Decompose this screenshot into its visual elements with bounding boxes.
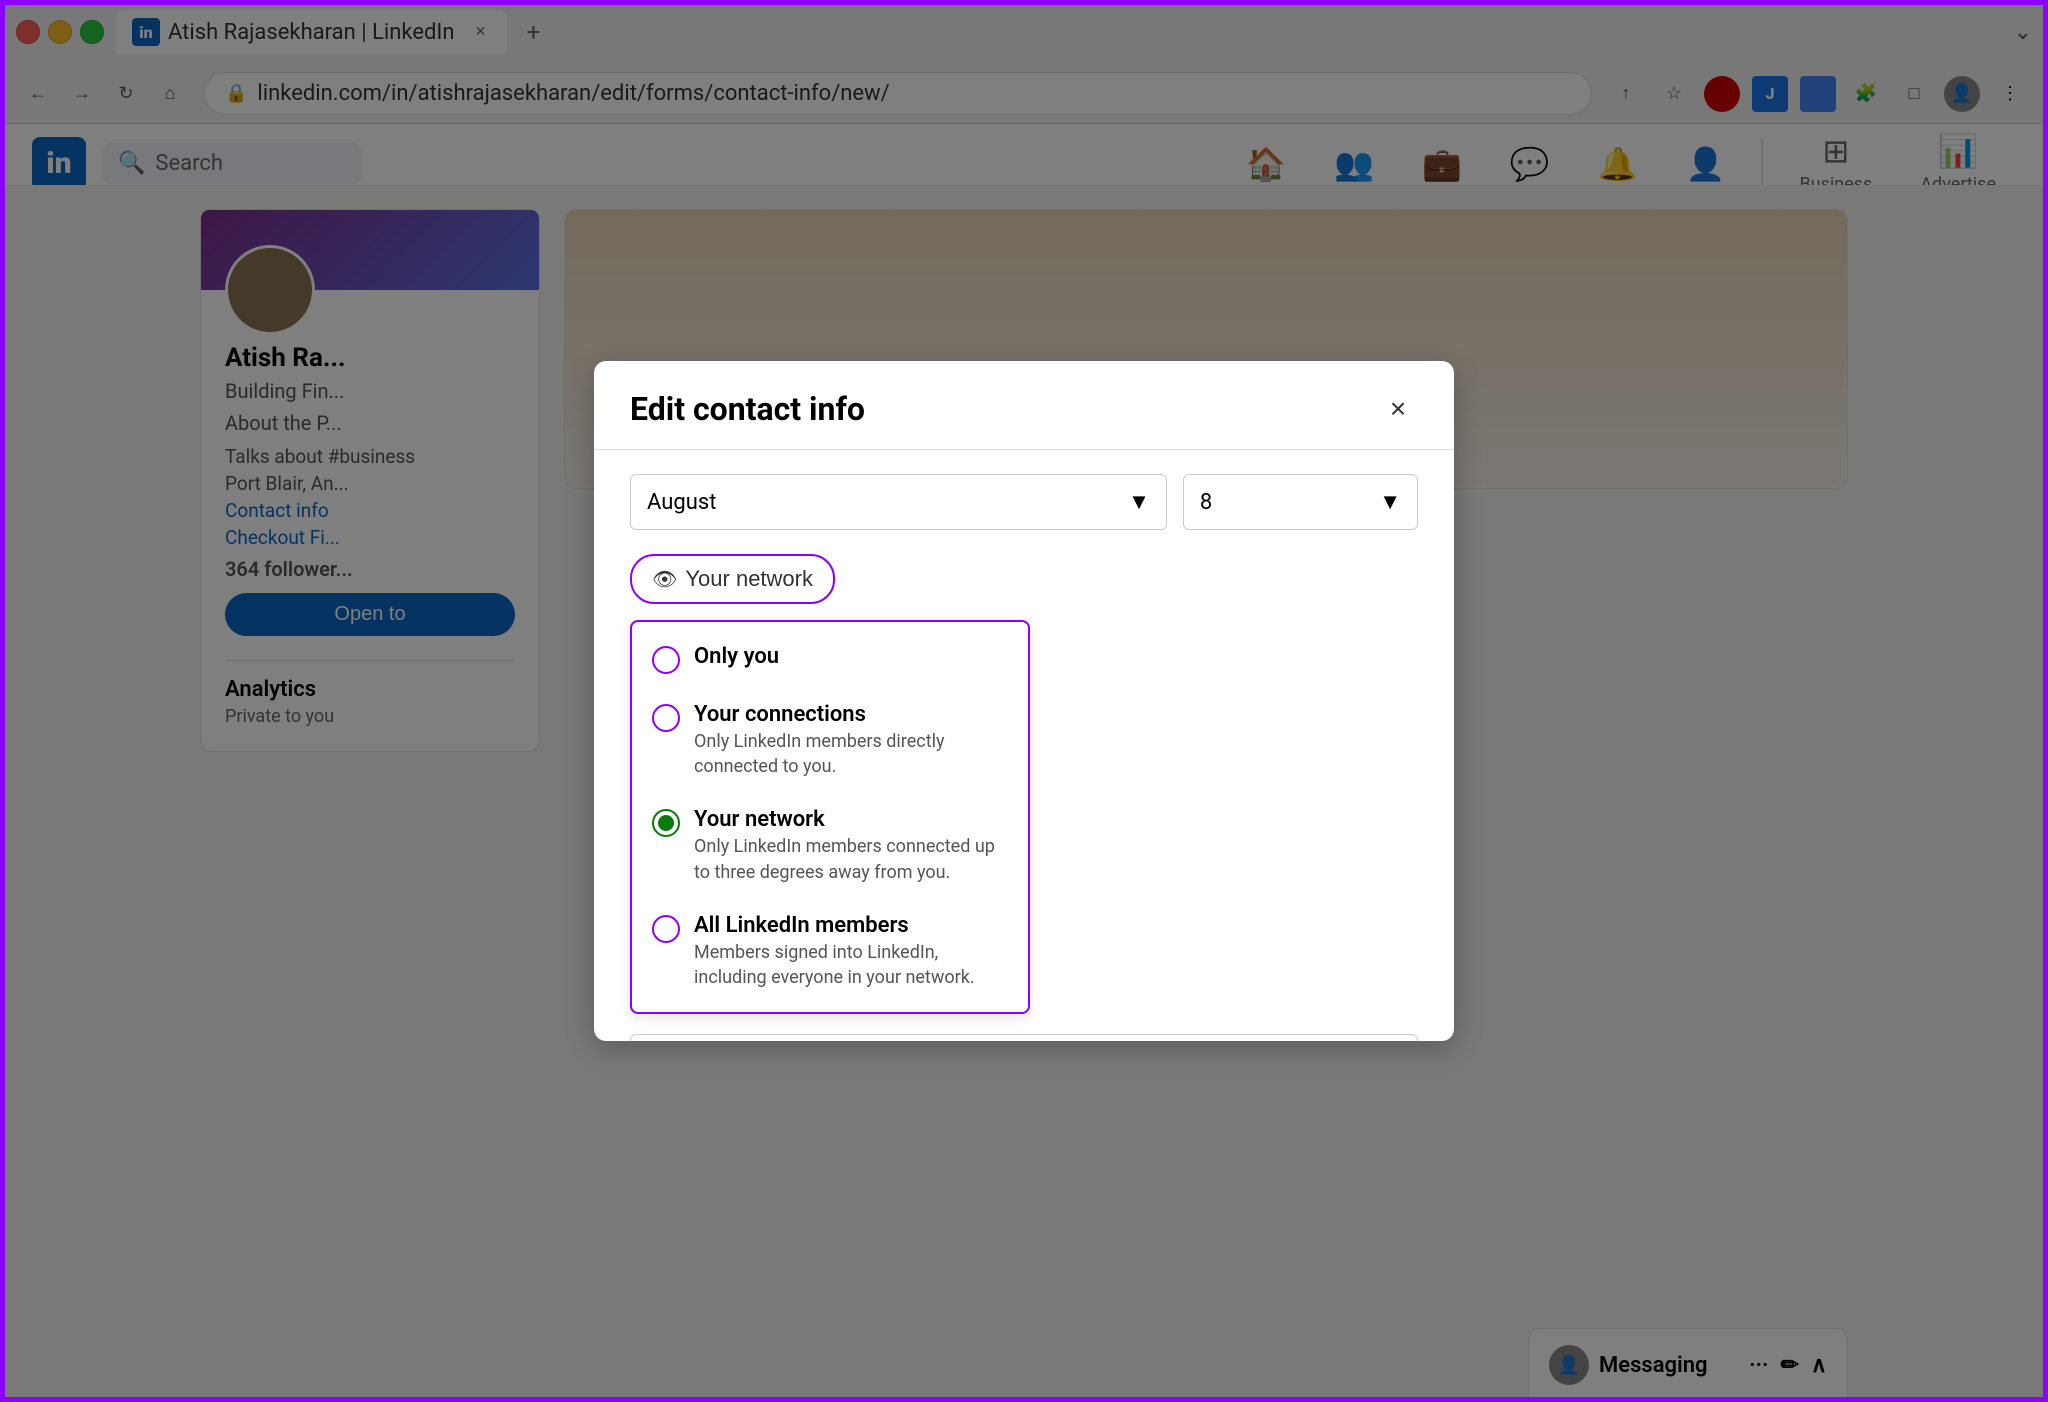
option-network-text: Your network Only LinkedIn members conne… [694, 807, 1008, 884]
visibility-label: Your network [685, 566, 813, 592]
option-all-label: All LinkedIn members [694, 913, 1008, 938]
radio-only-you[interactable] [652, 646, 680, 674]
month-dropdown[interactable]: August ▼ [630, 474, 1167, 530]
option-connections-desc: Only LinkedIn members directly connected… [694, 729, 1008, 779]
modal-overlay: Edit contact info × August ▼ 8 ▼ 👁 Your … [0, 0, 2048, 1402]
modal-close-button[interactable]: × [1378, 389, 1418, 429]
modal-title: Edit contact info [630, 390, 865, 428]
month-dropdown-arrow: ▼ [1128, 489, 1150, 515]
modal-body: August ▼ 8 ▼ 👁 Your network [594, 450, 1454, 1041]
option-all-text: All LinkedIn members Members signed into… [694, 913, 1008, 990]
radio-your-network-fill [658, 815, 674, 831]
day-dropdown-arrow: ▼ [1379, 489, 1401, 515]
visibility-section: 👁 Your network Only you [630, 554, 1418, 1014]
day-dropdown[interactable]: 8 ▼ [1183, 474, 1418, 530]
option-your-network[interactable]: Your network Only LinkedIn members conne… [632, 793, 1028, 898]
radio-your-connections[interactable] [652, 704, 680, 732]
option-network-label: Your network [694, 807, 1008, 832]
eye-icon: 👁 [652, 567, 677, 592]
visibility-dropdown: Only you Your connections Only LinkedIn … [630, 620, 1030, 1014]
option-connections-label: Your connections [694, 702, 1008, 727]
edit-contact-modal: Edit contact info × August ▼ 8 ▼ 👁 Your … [594, 361, 1454, 1041]
visibility-button[interactable]: 👁 Your network [630, 554, 835, 604]
day-value: 8 [1200, 490, 1212, 515]
radio-your-network[interactable] [652, 809, 680, 837]
option-all-desc: Members signed into LinkedIn, including … [694, 940, 1008, 990]
option-only-you-text: Only you [694, 644, 779, 669]
radio-all-linkedin[interactable] [652, 915, 680, 943]
option-only-you[interactable]: Only you [632, 630, 1028, 688]
option-network-desc: Only LinkedIn members connected up to th… [694, 834, 1008, 884]
modal-header: Edit contact info × [594, 361, 1454, 450]
option-your-connections[interactable]: Your connections Only LinkedIn members d… [632, 688, 1028, 793]
option-connections-text: Your connections Only LinkedIn members d… [694, 702, 1008, 779]
website-input[interactable] [630, 1034, 1418, 1041]
date-dropdowns: August ▼ 8 ▼ [630, 474, 1418, 530]
month-value: August [647, 490, 716, 515]
option-all-linkedin[interactable]: All LinkedIn members Members signed into… [632, 899, 1028, 1004]
option-only-you-label: Only you [694, 644, 779, 669]
